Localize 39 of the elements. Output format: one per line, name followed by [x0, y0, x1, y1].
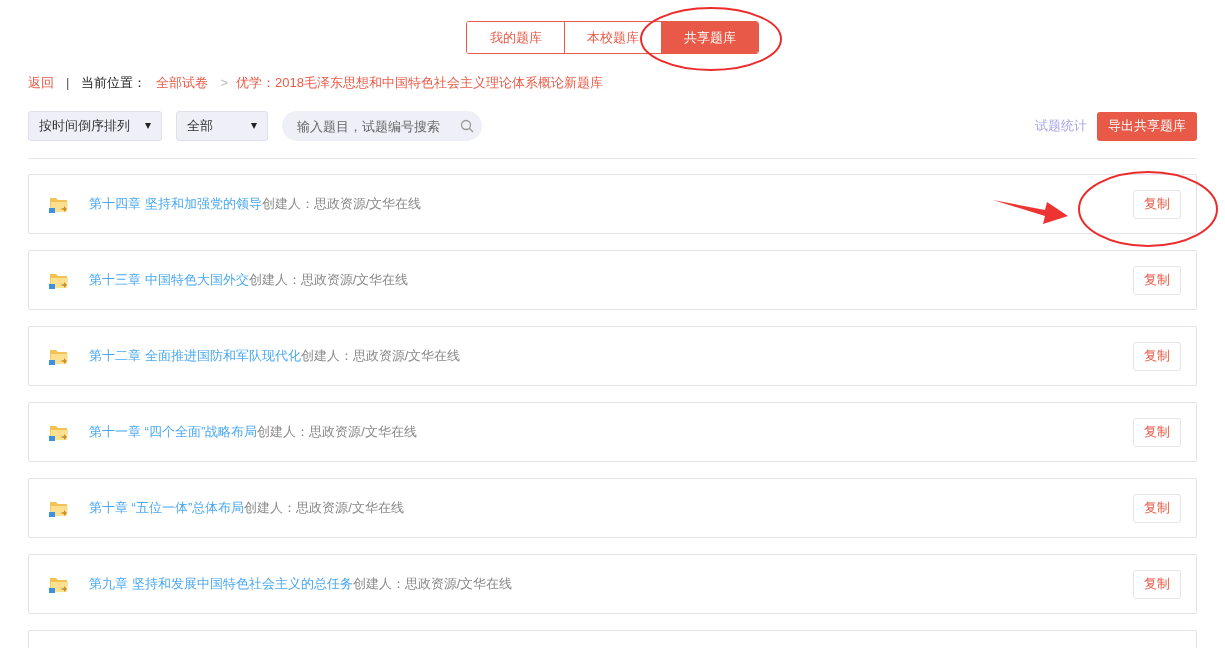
stats-link[interactable]: 试题统计: [1035, 116, 1087, 136]
location-label: 当前位置：: [81, 74, 147, 93]
chapter-title[interactable]: 第十四章 坚持和加强党的领导: [89, 194, 262, 214]
folder-icon: [49, 271, 69, 289]
sort-dropdown[interactable]: 按时间倒序排列: [28, 111, 162, 141]
export-button[interactable]: 导出共享题库: [1097, 111, 1197, 141]
separator: |: [66, 74, 70, 93]
folder-icon: [49, 499, 69, 517]
copy-button[interactable]: 复制: [1133, 189, 1181, 219]
creator-text: 创建人：思政资源/文华在线: [300, 347, 461, 366]
chapter-title[interactable]: 第十二章 全面推进国防和军队现代化: [89, 346, 301, 366]
search-icon[interactable]: [460, 119, 474, 133]
chapter-title[interactable]: 第十三章 中国特色大国外交: [89, 270, 249, 290]
copy-button[interactable]: 复制: [1133, 341, 1181, 371]
copy-button[interactable]: 复制: [1133, 569, 1181, 599]
folder-icon: [49, 195, 69, 213]
scope-dropdown[interactable]: 全部: [176, 111, 268, 141]
creator-text: 创建人：思政资源/文华在线: [352, 575, 513, 594]
copy-button[interactable]: 复制: [1133, 417, 1181, 447]
caret-icon: [145, 123, 151, 129]
breadcrumb-link[interactable]: 全部试卷: [156, 73, 209, 93]
breadcrumb-current: 优学：2018毛泽东思想和中国特色社会主义理论体系概论新题库: [236, 74, 603, 93]
folder-icon: [49, 575, 69, 593]
copy-button[interactable]: 复制: [1133, 493, 1181, 523]
folder-icon: [49, 347, 69, 365]
creator-text: 创建人：思政资源/文华在线: [248, 271, 409, 290]
chapter-title[interactable]: 第十章 “五位一体”总体布局: [89, 498, 245, 518]
creator-text: 创建人：思政资源/文华在线: [244, 499, 404, 518]
caret-icon: [251, 123, 257, 129]
tab[interactable]: 共享题库: [661, 22, 758, 53]
creator-text: 创建人：思政资源/文华在线: [257, 423, 417, 442]
chapter-title[interactable]: 第九章 坚持和发展中国特色社会主义的总任务: [89, 574, 353, 594]
back-link[interactable]: 返回: [28, 73, 54, 93]
breadcrumb-arrow: >: [220, 74, 228, 93]
creator-text: 创建人：思政资源/文华在线: [261, 195, 422, 214]
folder-icon: [49, 423, 69, 441]
search-field[interactable]: 输入题目，试题编号搜索: [282, 111, 482, 141]
copy-button[interactable]: 复制: [1133, 265, 1181, 295]
chapter-title[interactable]: 第十一章 “四个全面”战略布局: [89, 422, 258, 442]
